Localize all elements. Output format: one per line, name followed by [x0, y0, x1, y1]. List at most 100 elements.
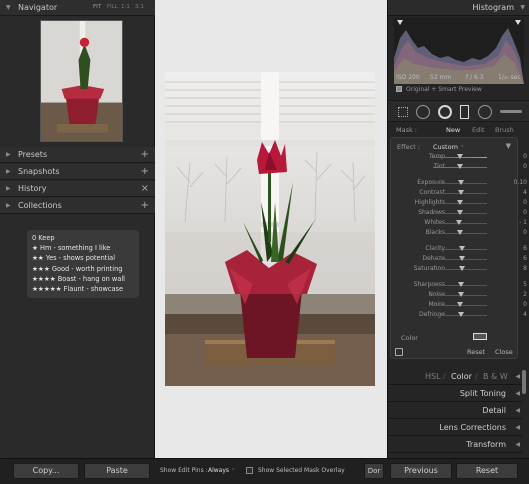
- lens-corrections-header[interactable]: Lens Corrections ◀: [387, 420, 522, 436]
- paste-settings-button[interactable]: Paste: [84, 463, 150, 479]
- mask-slider-exposure[interactable]: Exposure 0.10: [391, 178, 529, 188]
- hsl-tab[interactable]: HSL: [425, 372, 441, 381]
- mask-slider-clarity[interactable]: Clarity6: [391, 244, 529, 254]
- iso-value: ISO 200: [396, 74, 420, 81]
- mask-edit-button[interactable]: Edit: [472, 126, 485, 134]
- toggle-mask-icon[interactable]: [395, 348, 403, 356]
- right-panel-scrollbar[interactable]: [522, 370, 526, 394]
- zoom-3-1[interactable]: 3:1: [135, 4, 144, 10]
- snapshots-title: Snapshots: [18, 167, 60, 176]
- collections-title: Collections: [18, 201, 62, 210]
- add-snapshot-icon[interactable]: +: [141, 166, 149, 177]
- mask-slider-whites[interactable]: Whites- 1: [391, 218, 529, 228]
- history-header[interactable]: ▶ History ×: [0, 181, 155, 197]
- detail-header[interactable]: Detail ◀: [387, 403, 522, 419]
- hsl-section-header[interactable]: HSL / Color / B & W ◀: [387, 369, 522, 385]
- clear-history-icon[interactable]: ×: [141, 183, 149, 194]
- previous-button[interactable]: Previous: [390, 463, 452, 479]
- copy-settings-button[interactable]: Copy...: [13, 463, 79, 479]
- mask-slider-temp[interactable]: Temp0: [391, 152, 529, 162]
- histogram-header[interactable]: Histogram ▼: [388, 0, 529, 16]
- bw-tab[interactable]: B & W: [483, 372, 508, 381]
- edit-pins-dropdown[interactable]: Always ⌃: [208, 467, 235, 474]
- mask-slider-highlights[interactable]: Highlights 0: [391, 198, 529, 208]
- add-preset-icon[interactable]: +: [141, 149, 149, 160]
- mask-slider-contrast[interactable]: Contrast4: [391, 188, 529, 198]
- mask-slider-blacks[interactable]: Blacks0: [391, 228, 529, 238]
- red-eye-icon[interactable]: [438, 105, 452, 119]
- slider-knob[interactable]: [458, 180, 465, 185]
- mask-slider-saturation[interactable]: Saturation 8: [391, 264, 529, 274]
- slider-knob[interactable]: [457, 200, 463, 205]
- expand-triangle-icon: ▶: [6, 202, 11, 209]
- mask-slider-shadows[interactable]: Shadows 0: [391, 208, 529, 218]
- slider-knob[interactable]: [456, 220, 463, 225]
- slider-knob[interactable]: [459, 266, 466, 271]
- reset-button[interactable]: Reset: [456, 463, 518, 479]
- mask-slider-noise[interactable]: Noise2: [391, 290, 529, 300]
- slider-value: 0.10: [513, 179, 527, 186]
- collapse-triangle-icon[interactable]: ▼: [506, 142, 511, 150]
- slider-knob[interactable]: [457, 164, 463, 169]
- bottom-toolbar: Copy... Paste Show Edit Pins : Always ⌃ …: [0, 458, 529, 484]
- navigator-header[interactable]: ▼ Navigator FIT FILL 1:1 3:1: [0, 0, 155, 16]
- mask-slider-sharpness[interactable]: Sharpness 5: [391, 280, 529, 290]
- shutter-value: 1/₃₀ sec: [498, 74, 521, 81]
- graduated-filter-icon[interactable]: [460, 105, 469, 119]
- adjustment-brush-icon[interactable]: [500, 110, 522, 113]
- mask-brush-button[interactable]: Brush: [495, 126, 514, 134]
- snapshots-header[interactable]: ▶ Snapshots +: [0, 164, 155, 180]
- zoom-1-1[interactable]: 1:1: [121, 4, 130, 10]
- slider-knob[interactable]: [458, 190, 465, 195]
- mask-slider-tint[interactable]: Tint0: [391, 162, 529, 172]
- mask-close-button[interactable]: Close: [495, 348, 513, 356]
- color-label: Color: [401, 334, 418, 342]
- slider-knob[interactable]: [457, 210, 463, 215]
- navigator-thumbnail[interactable]: [40, 20, 123, 142]
- mask-slider-defringe[interactable]: Defringe4: [391, 310, 529, 320]
- zoom-fill[interactable]: FILL: [107, 4, 118, 10]
- slider-knob[interactable]: [458, 246, 465, 251]
- expand-triangle-icon: ◀: [515, 373, 520, 380]
- slider-knob[interactable]: [457, 302, 463, 307]
- highlight-clip-icon[interactable]: [515, 20, 521, 25]
- add-collection-icon[interactable]: +: [141, 200, 149, 211]
- mask-slider-dehaze[interactable]: Dehaze6: [391, 254, 529, 264]
- split-toning-header[interactable]: Split Toning ◀: [387, 386, 522, 402]
- crop-tool-icon[interactable]: [398, 107, 408, 117]
- preview-icon: [396, 86, 402, 92]
- mask-slider-moire[interactable]: Moire0: [391, 300, 529, 310]
- slider-value: - 1: [519, 219, 527, 226]
- slider-knob[interactable]: [458, 256, 465, 261]
- effect-label: Effect :: [397, 143, 420, 151]
- color-tab[interactable]: Color: [451, 372, 472, 381]
- expand-triangle-icon: ◀: [515, 441, 520, 448]
- detail-title: Detail: [482, 406, 506, 415]
- collections-header[interactable]: ▶ Collections +: [0, 198, 155, 214]
- tool-strip: [388, 100, 529, 122]
- effect-value: Custom: [433, 143, 458, 151]
- main-photo[interactable]: [165, 72, 375, 386]
- effect-dropdown[interactable]: Custom ⌃: [433, 143, 464, 151]
- expand-triangle-icon: ◀: [515, 424, 520, 431]
- mask-overlay-checkbox[interactable]: [246, 467, 253, 474]
- mask-new-button[interactable]: New: [446, 126, 460, 134]
- expand-triangle-icon: ▶: [6, 168, 11, 175]
- slider-knob[interactable]: [458, 282, 465, 287]
- mask-reset-button[interactable]: Reset: [467, 348, 485, 356]
- slider-value: 0: [523, 209, 527, 216]
- radial-filter-icon[interactable]: [478, 105, 492, 119]
- mask-row: Mask : New Edit Brush: [388, 124, 529, 136]
- slider-knob[interactable]: [458, 312, 465, 317]
- zoom-fit[interactable]: FIT: [93, 4, 101, 10]
- slider-knob[interactable]: [457, 154, 463, 159]
- color-swatch[interactable]: [473, 333, 487, 340]
- transform-header[interactable]: Transform ◀: [387, 437, 522, 453]
- legend-line: ★★ Yes - shows potential: [32, 254, 116, 263]
- slider-knob[interactable]: [457, 230, 463, 235]
- presets-header[interactable]: ▶ Presets +: [0, 147, 155, 163]
- slider-knob[interactable]: [457, 292, 464, 297]
- done-button[interactable]: Dor: [364, 463, 384, 479]
- spot-removal-icon[interactable]: [416, 105, 430, 119]
- shadow-clip-icon[interactable]: [397, 20, 403, 25]
